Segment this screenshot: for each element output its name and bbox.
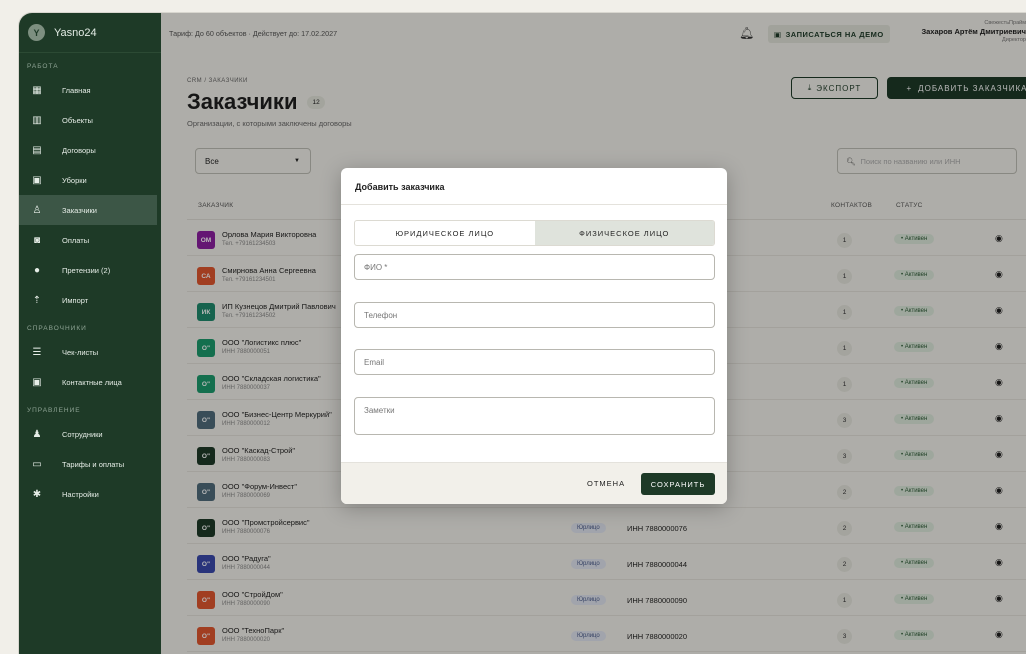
building-icon: ▥: [32, 114, 42, 126]
phone-field[interactable]: Телефон: [354, 302, 715, 328]
alert-icon: ●: [33, 264, 41, 276]
card-icon: ▭: [32, 458, 42, 470]
brand[interactable]: Y Yasno24: [19, 13, 161, 53]
sidebar-item-label: Главная: [62, 85, 91, 95]
sidebar-item-label: Претензии (2): [62, 265, 111, 275]
sidebar-item-settings[interactable]: ✱ Настройки: [19, 479, 161, 509]
divider: [341, 204, 727, 205]
calendar-icon: ▣: [32, 174, 42, 186]
document-icon: ▤: [32, 144, 42, 156]
dialog-footer: ОТМЕНА СОХРАНИТЬ: [341, 462, 727, 504]
sidebar-item-checklists[interactable]: ☰ Чек-листы: [19, 337, 161, 367]
phone-placeholder: Телефон: [364, 310, 398, 320]
sidebar-item-objects[interactable]: ▥ Объекты: [19, 105, 161, 135]
upload-icon: ⇡: [32, 294, 42, 306]
sidebar-item-label: Заказчики: [62, 205, 97, 215]
gear-icon: ✱: [32, 488, 42, 500]
sidebar-item-import[interactable]: ⇡ Импорт: [19, 285, 161, 315]
sidebar-item-contracts[interactable]: ▤ Договоры: [19, 135, 161, 165]
sidebar: Y Yasno24 РАБОТА ▦ Главная ▥ Объекты ▤ Дого…: [19, 13, 161, 654]
notes-placeholder: Заметки: [364, 406, 395, 415]
sidebar-item-employees[interactable]: ♟ Сотрудники: [19, 419, 161, 449]
sidebar-item-label: Контактные лица: [62, 377, 122, 387]
sidebar-item-tariffs[interactable]: ▭ Тарифы и оплаты: [19, 449, 161, 479]
tab-legal-entity[interactable]: ЮРИДИЧЕСКОЕ ЛИЦО: [355, 221, 535, 245]
app-name: Yasno24: [54, 26, 97, 39]
sidebar-item-label: Импорт: [62, 295, 89, 305]
sidebar-item-label: Оплаты: [62, 235, 90, 245]
sidebar-item-customers[interactable]: ♙ Заказчики: [19, 195, 157, 225]
customers-icon: ♙: [32, 204, 42, 216]
email-placeholder: Email: [364, 357, 385, 367]
sidebar-item-label: Уборки: [62, 175, 87, 185]
notes-field[interactable]: Заметки: [354, 397, 715, 435]
email-field[interactable]: Email: [354, 349, 715, 375]
contacts-icon: ▣: [32, 376, 42, 388]
sidebar-item-label: Настройки: [62, 489, 99, 499]
cancel-button[interactable]: ОТМЕНА: [587, 479, 625, 488]
sidebar-section-management: УПРАВЛЕНИЕ: [27, 407, 81, 414]
sidebar-item-payments[interactable]: ◙ Оплаты: [19, 225, 161, 255]
sidebar-item-contacts[interactable]: ▣ Контактные лица: [19, 367, 161, 397]
sidebar-item-cleanings[interactable]: ▣ Уборки: [19, 165, 161, 195]
sidebar-item-label: Чек-листы: [62, 347, 99, 357]
logo-icon: Y: [28, 24, 45, 41]
payments-icon: ◙: [33, 234, 41, 246]
dialog-title: Добавить заказчика: [355, 182, 445, 192]
sidebar-section-work: РАБОТА: [27, 63, 59, 70]
fio-placeholder: ФИО *: [364, 262, 388, 272]
sidebar-item-claims[interactable]: ● Претензии (2): [19, 255, 161, 285]
sidebar-section-directories: СПРАВОЧНИКИ: [27, 325, 87, 332]
dashboard-icon: ▦: [32, 84, 42, 96]
sidebar-item-home[interactable]: ▦ Главная: [19, 75, 161, 105]
people-icon: ♟: [32, 428, 42, 440]
tab-individual[interactable]: ФИЗИЧЕСКОЕ ЛИЦО: [534, 221, 714, 245]
sidebar-item-label: Объекты: [62, 115, 93, 125]
add-customer-dialog: Добавить заказчика ЮРИДИЧЕСКОЕ ЛИЦО ФИЗИ…: [341, 168, 727, 504]
sidebar-item-label: Сотрудники: [62, 429, 103, 439]
sidebar-item-label: Тарифы и оплаты: [62, 459, 125, 469]
sidebar-item-label: Договоры: [62, 145, 96, 155]
fio-field[interactable]: ФИО *: [354, 254, 715, 280]
entity-type-toggle: ЮРИДИЧЕСКОЕ ЛИЦО ФИЗИЧЕСКОЕ ЛИЦО: [354, 220, 715, 246]
save-button[interactable]: СОХРАНИТЬ: [641, 473, 715, 495]
checklist-icon: ☰: [32, 346, 42, 358]
